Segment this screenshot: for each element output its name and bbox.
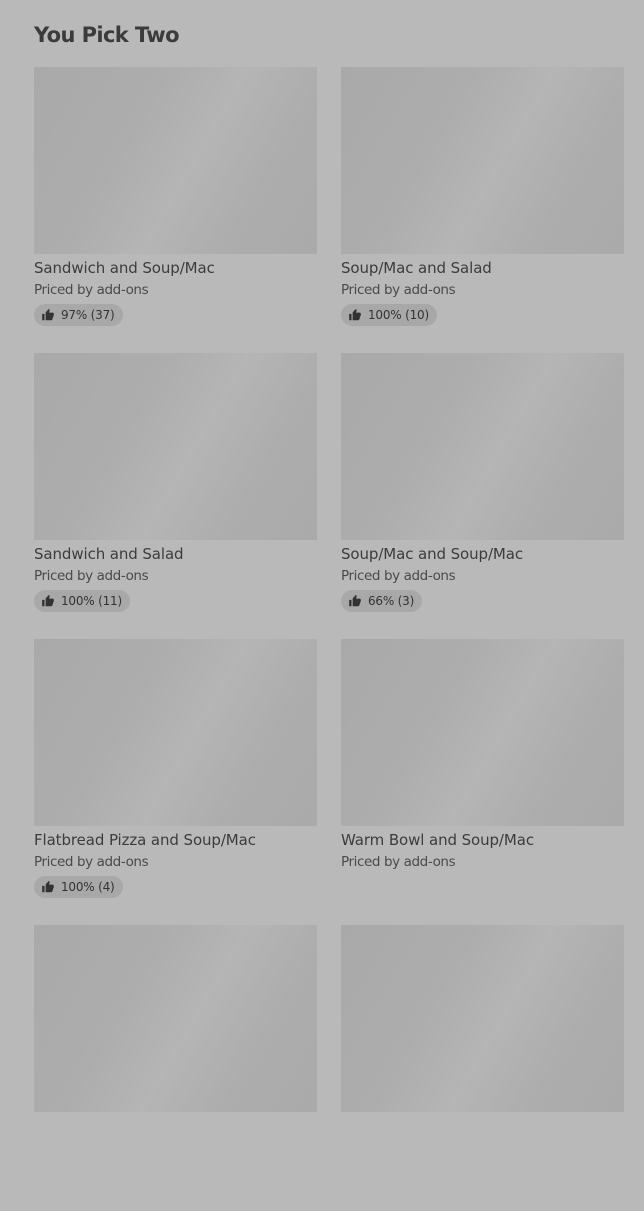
menu-item-price: Priced by add-ons — [34, 282, 149, 298]
menu-item-image — [341, 639, 624, 826]
menu-item-price: Priced by add-ons — [34, 854, 149, 870]
rating-badge: 100% (11) — [34, 590, 130, 612]
rating-text: 97% (37) — [61, 308, 115, 322]
menu-item-card[interactable] — [341, 925, 624, 1211]
menu-item-title: Soup/Mac and Soup/Mac — [341, 545, 523, 563]
menu-item-card[interactable] — [34, 925, 317, 1211]
menu-item-image — [34, 925, 317, 1112]
menu-item-price: Priced by add-ons — [341, 854, 456, 870]
rating-badge: 66% (3) — [341, 590, 423, 612]
rating-badge: 97% (37) — [34, 304, 123, 326]
menu-item-title: Warm Bowl and Soup/Mac — [341, 831, 534, 849]
menu-item-card[interactable]: Flatbread Pizza and Soup/Mac Priced by a… — [34, 639, 317, 925]
thumbs-up-icon — [41, 308, 55, 322]
menu-item-image — [34, 639, 317, 826]
menu-item-price: Priced by add-ons — [341, 282, 456, 298]
menu-item-price: Priced by add-ons — [34, 568, 149, 584]
thumbs-up-icon — [348, 594, 362, 608]
thumbs-up-icon — [41, 594, 55, 608]
menu-item-card[interactable]: Soup/Mac and Soup/Mac Priced by add-ons … — [341, 353, 624, 639]
rating-text: 66% (3) — [368, 594, 415, 608]
menu-item-title: Flatbread Pizza and Soup/Mac — [34, 831, 256, 849]
thumbs-up-icon — [41, 880, 55, 894]
thumbs-up-icon — [348, 308, 362, 322]
menu-item-price: Priced by add-ons — [341, 568, 456, 584]
menu-item-card[interactable]: Sandwich and Soup/Mac Priced by add-ons … — [34, 67, 317, 353]
rating-badge: 100% (4) — [34, 876, 123, 898]
menu-item-image — [341, 925, 624, 1112]
menu-item-image — [34, 353, 317, 540]
rating-text: 100% (4) — [61, 880, 115, 894]
menu-item-title: Sandwich and Salad — [34, 545, 184, 563]
menu-item-title: Soup/Mac and Salad — [341, 259, 492, 277]
menu-item-image — [341, 353, 624, 540]
menu-item-card[interactable]: Sandwich and Salad Priced by add-ons 100… — [34, 353, 317, 639]
menu-item-image — [341, 67, 624, 254]
rating-badge: 100% (10) — [341, 304, 437, 326]
menu-item-card[interactable]: Soup/Mac and Salad Priced by add-ons 100… — [341, 67, 624, 353]
menu-item-title: Sandwich and Soup/Mac — [34, 259, 215, 277]
menu-item-image — [34, 67, 317, 254]
rating-text: 100% (11) — [61, 594, 122, 608]
menu-item-card[interactable]: Warm Bowl and Soup/Mac Priced by add-ons — [341, 639, 624, 925]
section-title: You Pick Two — [34, 23, 180, 47]
rating-text: 100% (10) — [368, 308, 429, 322]
menu-item-grid: Sandwich and Soup/Mac Priced by add-ons … — [34, 67, 624, 1211]
